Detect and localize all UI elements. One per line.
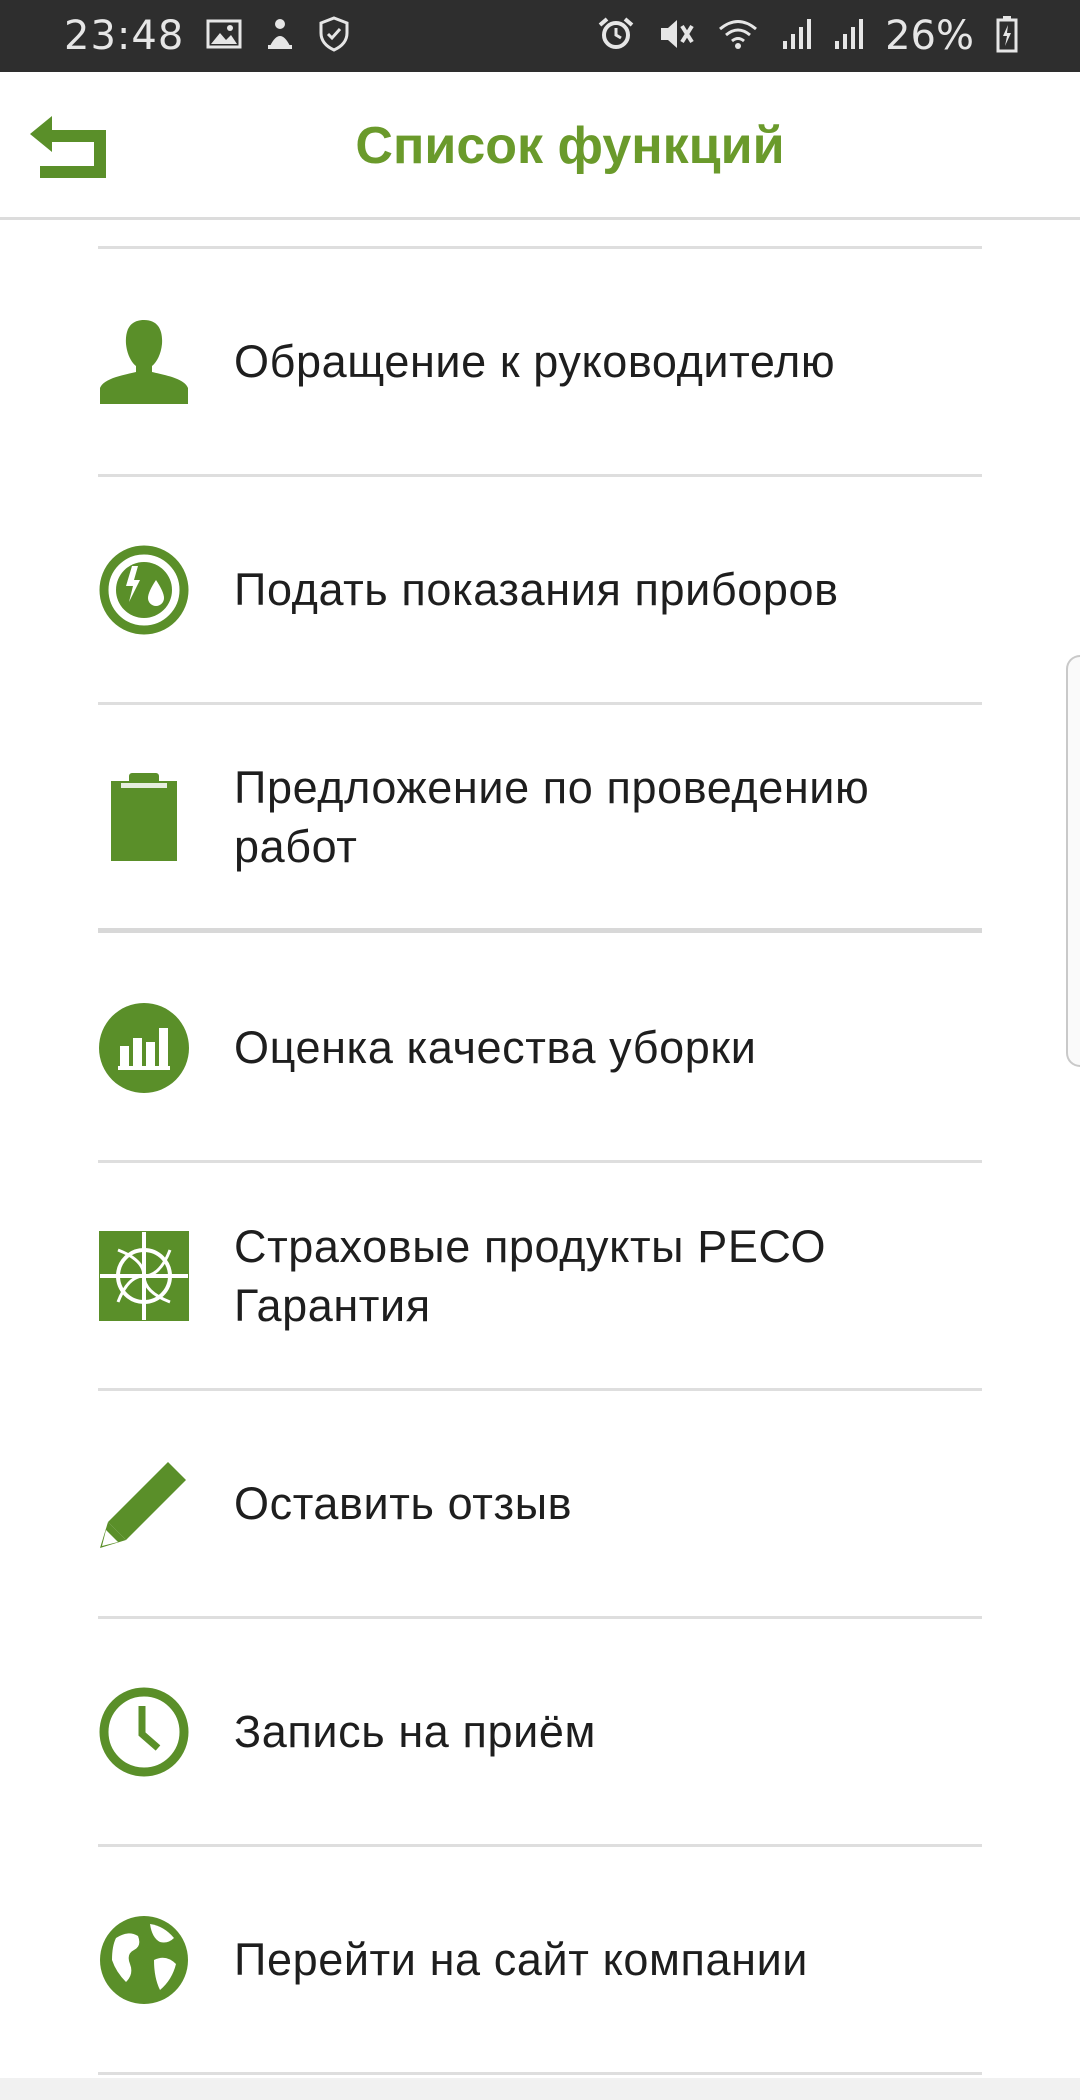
clock-icon [98, 1686, 190, 1778]
list-item-label: Оставить отзыв [234, 1478, 573, 1529]
list-item-contact-manager[interactable]: Обращение к руководителю [98, 249, 982, 477]
list-item-company-website[interactable]: Перейти на сайт компании [98, 1847, 982, 2075]
scrollbar-handle[interactable] [1066, 655, 1080, 1067]
status-bar: 23:48 26% [0, 0, 1080, 72]
list-item-work-proposal[interactable]: Предложение по проведению работ [98, 705, 982, 933]
status-bar-right: 26% [597, 13, 1018, 59]
globe-icon [98, 1914, 190, 2006]
status-time: 23:48 [64, 13, 185, 59]
list-item-cleaning-quality[interactable]: Оценка качества уборки [98, 935, 982, 1163]
battery-charging-icon [996, 15, 1018, 57]
list-item-reso-insurance[interactable]: Страховые продукты РЕСО Гарантия [98, 1163, 982, 1391]
gallery-icon [206, 18, 242, 54]
list-item-label: Запись на приём [234, 1706, 597, 1757]
list-item-meter-readings[interactable]: Подать показания приборов [98, 477, 982, 705]
clipboard-icon [98, 771, 190, 863]
shield-check-icon [318, 16, 350, 56]
list-item-label: Подать показания приборов [234, 564, 839, 615]
list-item-label: Предложение по проведению работ [234, 761, 870, 872]
status-bar-left: 23:48 [64, 13, 350, 59]
battery-percentage: 26% [885, 13, 974, 59]
signal-icon [781, 17, 812, 55]
pencil-icon [98, 1458, 190, 1550]
wifi-icon [717, 17, 759, 55]
list-item-label: Страховые продукты РЕСО Гарантия [234, 1220, 827, 1331]
bar-chart-icon [98, 1002, 190, 1094]
page-title: Список функций [355, 117, 785, 175]
signal-icon [833, 17, 864, 55]
reso-logo-icon [98, 1230, 190, 1322]
person-icon [98, 316, 190, 408]
list-item-appointment[interactable]: Запись на приём [98, 1619, 982, 1847]
list-item-leave-feedback[interactable]: Оставить отзыв [98, 1391, 982, 1619]
alarm-icon [597, 16, 635, 56]
mute-icon [657, 16, 695, 56]
meter-readings-icon [98, 544, 190, 636]
fan-notification-icon [264, 16, 296, 56]
list-item-label: Оценка качества уборки [234, 1022, 757, 1073]
bottom-edge [0, 2078, 1080, 2100]
list-item-label: Перейти на сайт компании [234, 1934, 809, 1985]
list-item-label: Обращение к руководителю [234, 336, 836, 387]
app-header: Список функций [0, 72, 1080, 220]
